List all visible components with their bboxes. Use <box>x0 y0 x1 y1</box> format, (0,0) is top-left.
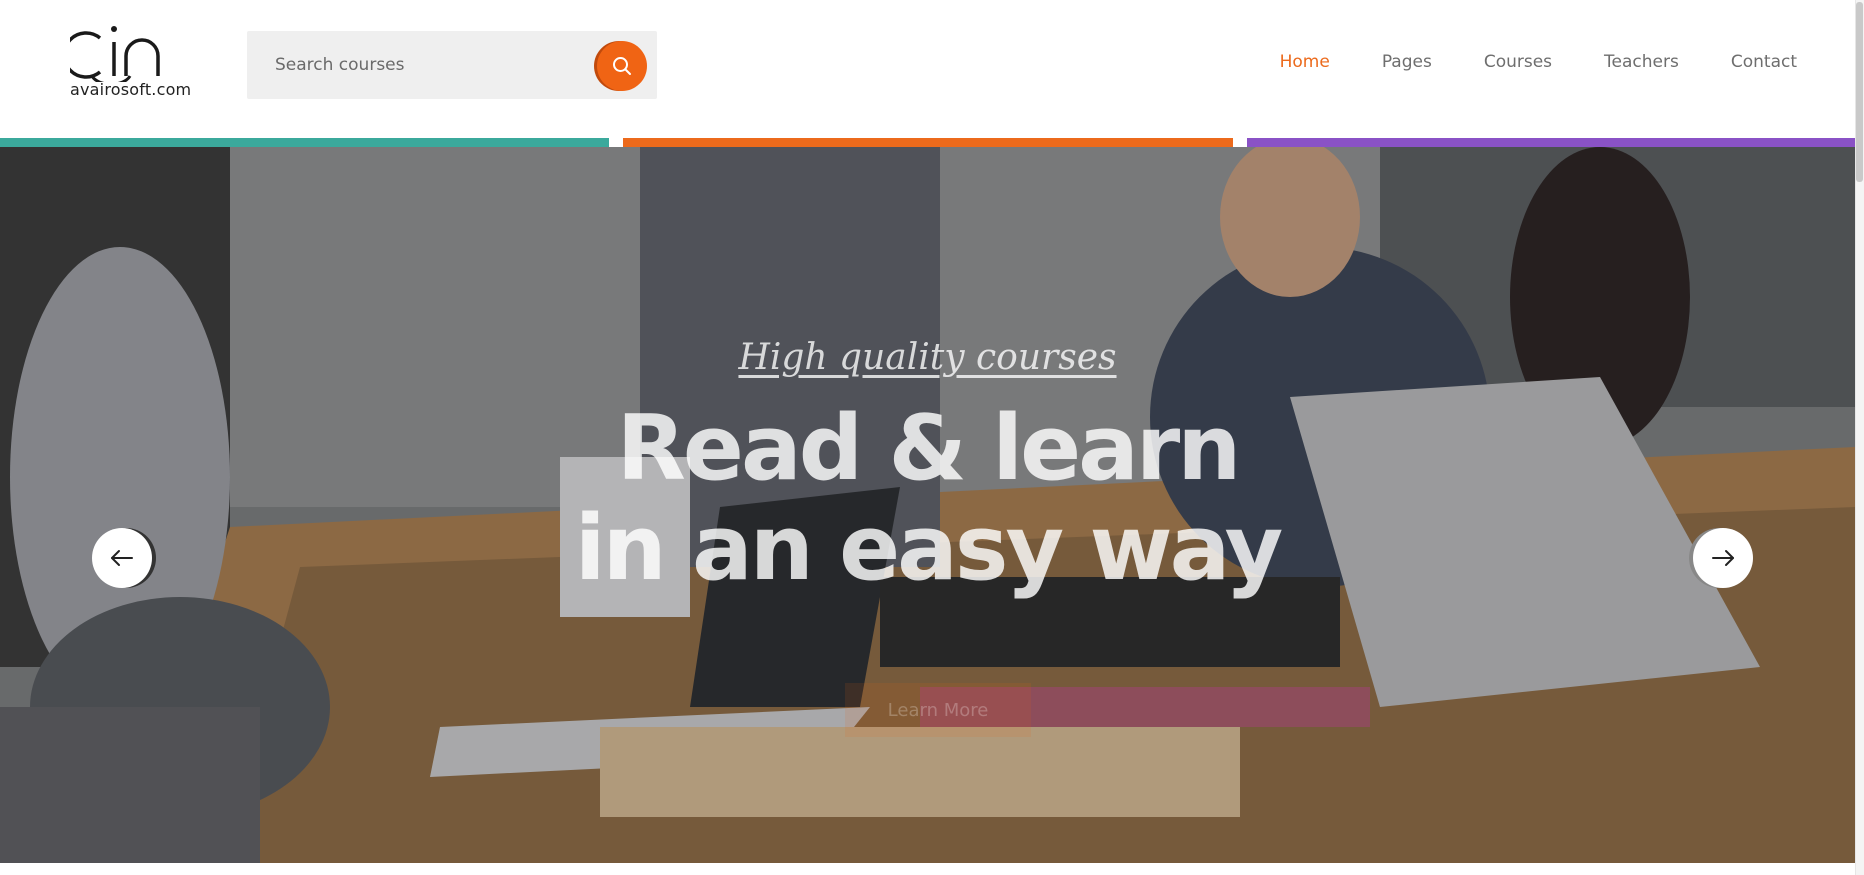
slider-prev-button[interactable] <box>92 528 152 588</box>
search-box <box>247 31 657 99</box>
hero-title-line-2: in an easy way <box>574 496 1284 601</box>
main-nav: Home Pages Courses Teachers Contact <box>1228 52 1797 72</box>
search-input[interactable] <box>275 31 595 99</box>
learn-more-button[interactable]: Learn More <box>845 683 1031 737</box>
nav-item-contact[interactable]: Contact <box>1731 52 1797 72</box>
scrollbar-thumb[interactable] <box>1856 2 1863 182</box>
logo-icon <box>70 26 160 82</box>
logo[interactable]: avairosoft.com <box>68 20 191 102</box>
page-scrollbar[interactable] <box>1855 0 1864 875</box>
arrow-right-icon <box>1712 550 1734 566</box>
search-button[interactable] <box>597 41 647 91</box>
accent-bar-purple <box>1247 138 1855 147</box>
nav-item-pages[interactable]: Pages <box>1382 52 1432 72</box>
hero-slider: High quality courses Read & learn in an … <box>0 147 1855 863</box>
accent-bar-orange <box>623 138 1233 147</box>
slider-next-button[interactable] <box>1693 528 1753 588</box>
accent-bar-teal <box>0 138 609 147</box>
arrow-left-icon <box>111 550 133 566</box>
content-card-top <box>343 863 1514 875</box>
nav-item-courses[interactable]: Courses <box>1484 52 1552 72</box>
hero-title: Read & learn in an easy way <box>0 399 1855 599</box>
nav-item-home[interactable]: Home <box>1280 52 1330 72</box>
site-header: avairosoft.com Home Pages Courses Teache… <box>0 0 1855 138</box>
logo-text: avairosoft.com <box>70 80 192 99</box>
hero-eyebrow: High quality courses <box>738 337 1117 378</box>
hero-title-line-1: Read & learn <box>616 396 1242 501</box>
nav-item-teachers[interactable]: Teachers <box>1604 52 1679 72</box>
search-icon <box>613 57 631 75</box>
